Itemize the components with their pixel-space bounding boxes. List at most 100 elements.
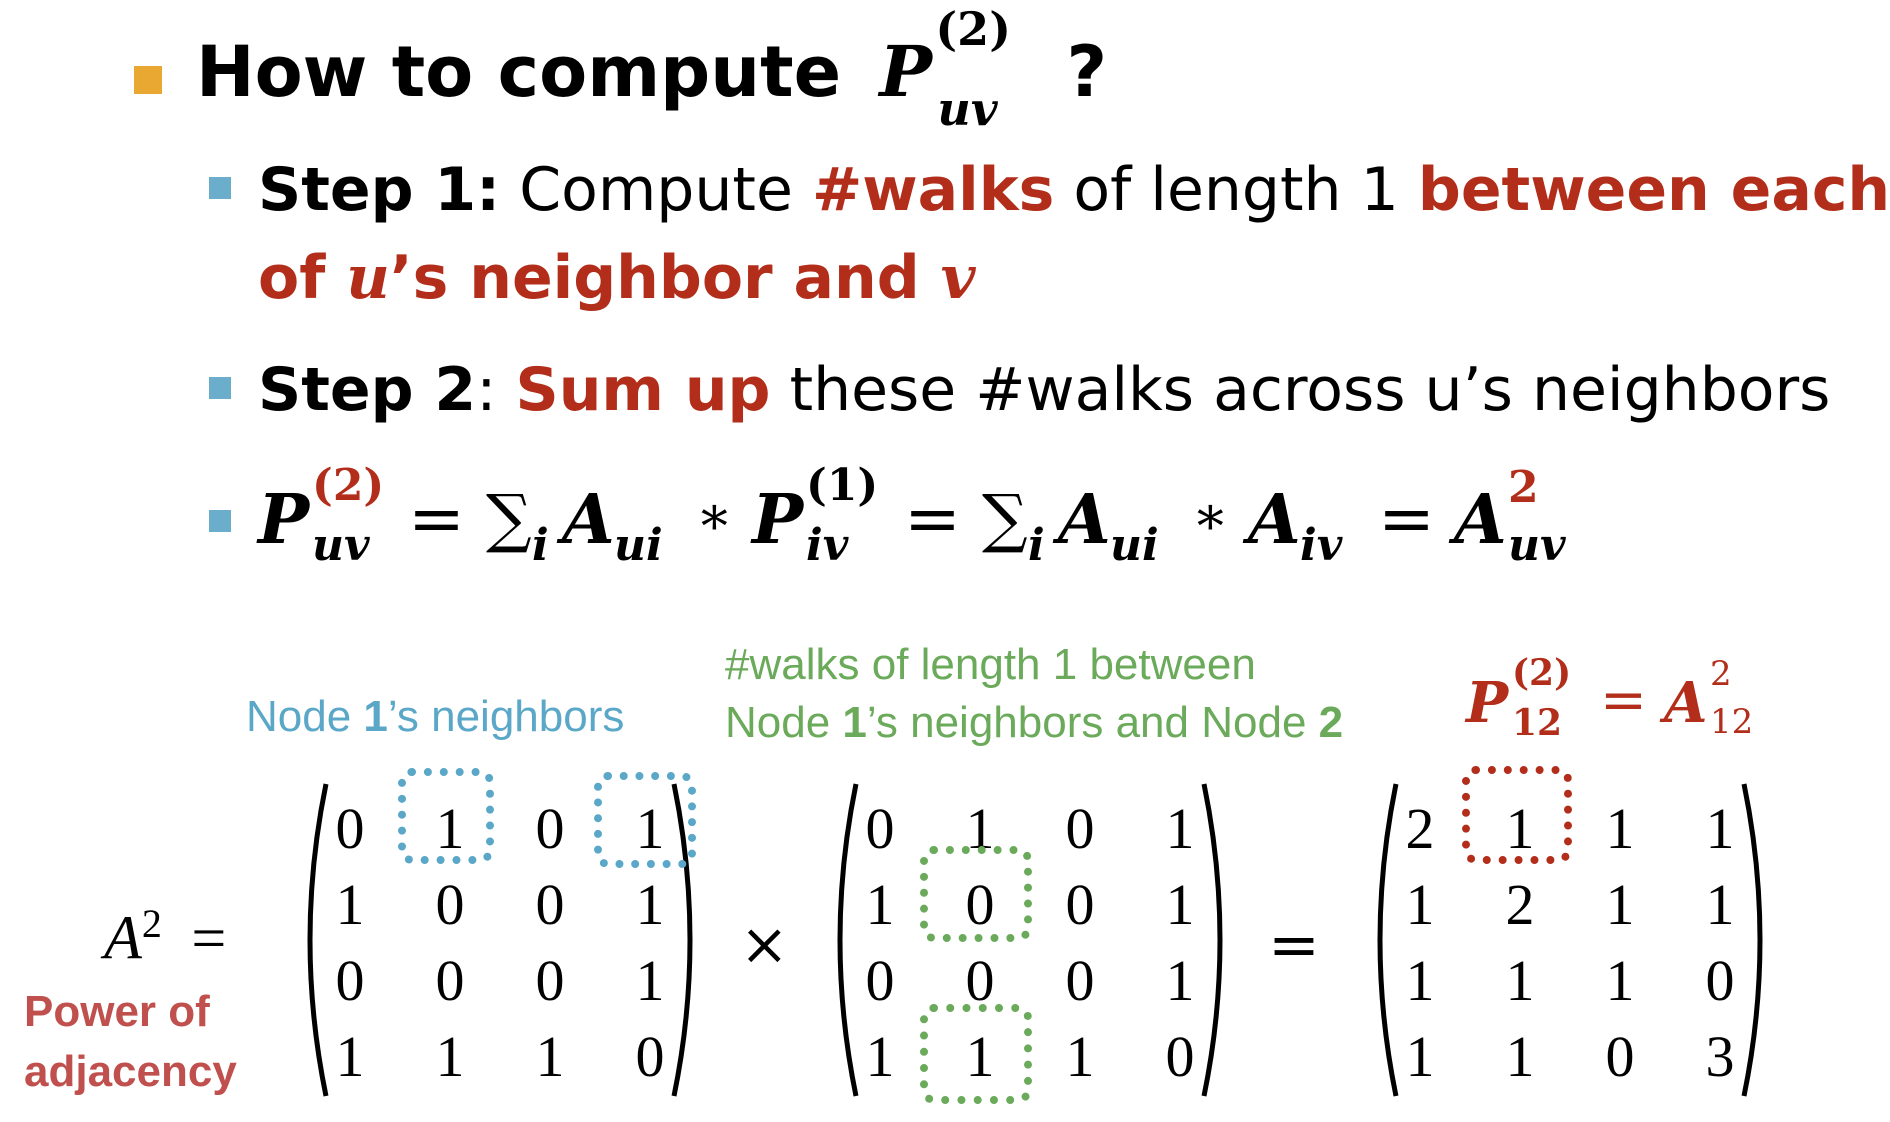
heading: How to compute P (2) uv ? bbox=[196, 2, 1108, 136]
lhs: A2 = bbox=[104, 900, 226, 975]
step1-of: of bbox=[258, 243, 326, 313]
p12-equation: P (2) 12 = A 2 12 bbox=[1466, 652, 1806, 756]
step2-rest: these #walks across u’s neighbors bbox=[789, 355, 1831, 425]
formula-eq3: = bbox=[1378, 480, 1435, 559]
matrix-cell: 3 bbox=[1705, 1024, 1735, 1089]
step1-line1: Step 1: Compute #walks of length 1 betwe… bbox=[258, 155, 1890, 225]
matrix-cell: 0 bbox=[1065, 948, 1095, 1013]
matrix-cell: 1 bbox=[635, 948, 665, 1013]
formula-eq2: = bbox=[904, 480, 961, 559]
neighbors-post: ’s neighbors bbox=[387, 692, 625, 741]
highlight-m2-row2 bbox=[920, 846, 1032, 942]
heading-math-sub: uv bbox=[937, 82, 998, 136]
matrix-cell: 0 bbox=[535, 872, 565, 937]
step1-u: u bbox=[346, 243, 390, 313]
matrix-cell: 1 bbox=[435, 1024, 465, 1089]
formula-sum1-sub: i bbox=[532, 520, 549, 571]
walks-line2-num2: 2 bbox=[1318, 698, 1344, 747]
neighbors-caption: Node 1’s neighbors bbox=[246, 692, 624, 742]
sub-bullet-formula bbox=[209, 510, 231, 532]
formula-a1: A bbox=[562, 480, 615, 560]
heading-text: How to compute bbox=[196, 31, 842, 113]
power-line1: Power of bbox=[24, 987, 210, 1036]
p12-p: P bbox=[1466, 670, 1509, 736]
a12-sup: 2 bbox=[1710, 654, 1732, 694]
p12-sup: (2) bbox=[1512, 652, 1572, 694]
matrix-cell: 1 bbox=[535, 1024, 565, 1089]
formula-sum2-sub: i bbox=[1028, 520, 1045, 571]
matrix-cell: 0 bbox=[1065, 872, 1095, 937]
matrix-cell: 1 bbox=[335, 1024, 365, 1089]
formula-sum1: ∑ bbox=[486, 482, 532, 556]
step2-colon: : bbox=[476, 355, 497, 425]
p12-eq: = bbox=[1600, 668, 1647, 733]
formula-a1-sub: ui bbox=[614, 520, 663, 571]
a12-sub: 12 bbox=[1710, 702, 1754, 742]
step1-t3: of length bbox=[1073, 155, 1342, 225]
matrix-cell: 0 bbox=[535, 948, 565, 1013]
p12-sub: 12 bbox=[1512, 702, 1563, 744]
formula-p2-sup: (1) bbox=[806, 460, 879, 511]
step1-between: between each bbox=[1417, 155, 1890, 225]
formula-a4-sub: uv bbox=[1508, 520, 1566, 571]
formula-star2: ∗ bbox=[1192, 484, 1229, 547]
heading-math-sup: (2) bbox=[935, 2, 1011, 56]
power-line2: adjacency bbox=[24, 1047, 237, 1096]
main-bullet bbox=[134, 66, 162, 94]
matrix-cell: 1 bbox=[1705, 872, 1735, 937]
walks-caption: #walks of length 1 between Node 1’s neig… bbox=[725, 636, 1343, 752]
neighbors-num: 1 bbox=[363, 692, 388, 741]
formula-p2: P bbox=[752, 480, 804, 560]
matrix-cell: 0 bbox=[1165, 1024, 1195, 1089]
sub-bullet-step2 bbox=[209, 377, 231, 399]
matrix-cell: 2 bbox=[1505, 872, 1535, 937]
matrix-cell: 2 bbox=[1405, 796, 1435, 861]
highlight-m3-cell12 bbox=[1462, 766, 1572, 864]
matrix-cell: 0 bbox=[1065, 796, 1095, 861]
power-caption: Power of adjacency bbox=[24, 982, 237, 1102]
heading-question: ? bbox=[1066, 31, 1108, 113]
step1-line2: of u’s neighbor and v bbox=[258, 243, 975, 313]
matrix-cell: 1 bbox=[1065, 1024, 1095, 1089]
a12-a: A bbox=[1664, 670, 1708, 736]
formula-a3-sub: iv bbox=[1300, 520, 1343, 571]
formula-star1: ∗ bbox=[696, 484, 733, 547]
matrix-cell: 1 bbox=[1405, 1024, 1435, 1089]
matrix-cell: 1 bbox=[1705, 796, 1735, 861]
sub-bullet-step1 bbox=[209, 177, 231, 199]
equals-sign: = bbox=[1268, 908, 1320, 981]
step1-walks: #walks bbox=[811, 155, 1055, 225]
lhs-base: A bbox=[104, 904, 142, 973]
formula-a2-sub: ui bbox=[1110, 520, 1159, 571]
matrix-cell: 1 bbox=[1165, 948, 1195, 1013]
matrix-cell: 0 bbox=[635, 1024, 665, 1089]
walks-line2: Node 1’s neighbors and Node 2 bbox=[725, 694, 1343, 752]
step1-t1: Compute bbox=[519, 155, 793, 225]
step1-neighbor: ’s neighbor and bbox=[389, 243, 920, 313]
step1-v: v bbox=[940, 243, 976, 313]
formula-a4: A bbox=[1454, 480, 1507, 560]
matrix-cell: 1 bbox=[865, 872, 895, 937]
matrix-cell: 0 bbox=[865, 796, 895, 861]
matrix-cell: 0 bbox=[335, 948, 365, 1013]
walks-line2-mid: ’s neighbors and Node bbox=[866, 698, 1319, 747]
formula-sum2: ∑ bbox=[982, 482, 1028, 556]
walks-line2-num: 1 bbox=[842, 698, 867, 747]
matrix-cell: 0 bbox=[865, 948, 895, 1013]
matrix-cell: 1 bbox=[865, 1024, 895, 1089]
matrix-cell: 1 bbox=[1605, 948, 1635, 1013]
matrix-cell: 1 bbox=[1405, 948, 1435, 1013]
neighbors-pre: Node bbox=[246, 692, 364, 741]
highlight-m2-row4 bbox=[920, 1004, 1032, 1104]
walks-line1: #walks of length 1 between bbox=[725, 640, 1256, 689]
matrix-cell: 1 bbox=[1165, 796, 1195, 861]
lhs-eq: = bbox=[191, 904, 227, 973]
matrix-cell: 0 bbox=[1705, 948, 1735, 1013]
matrix-cell: 0 bbox=[435, 872, 465, 937]
matrix-cell: 0 bbox=[535, 796, 565, 861]
formula-a2: A bbox=[1058, 480, 1111, 560]
formula-eq1: = bbox=[408, 480, 465, 559]
step2-line: Step 2: Sum up these #walks across u’s n… bbox=[258, 355, 1830, 425]
formula: P (2) uv = ∑ i A ui ∗ P (1) iv = ∑ i A u… bbox=[258, 460, 1658, 580]
step1-label: Step 1: bbox=[258, 155, 501, 225]
